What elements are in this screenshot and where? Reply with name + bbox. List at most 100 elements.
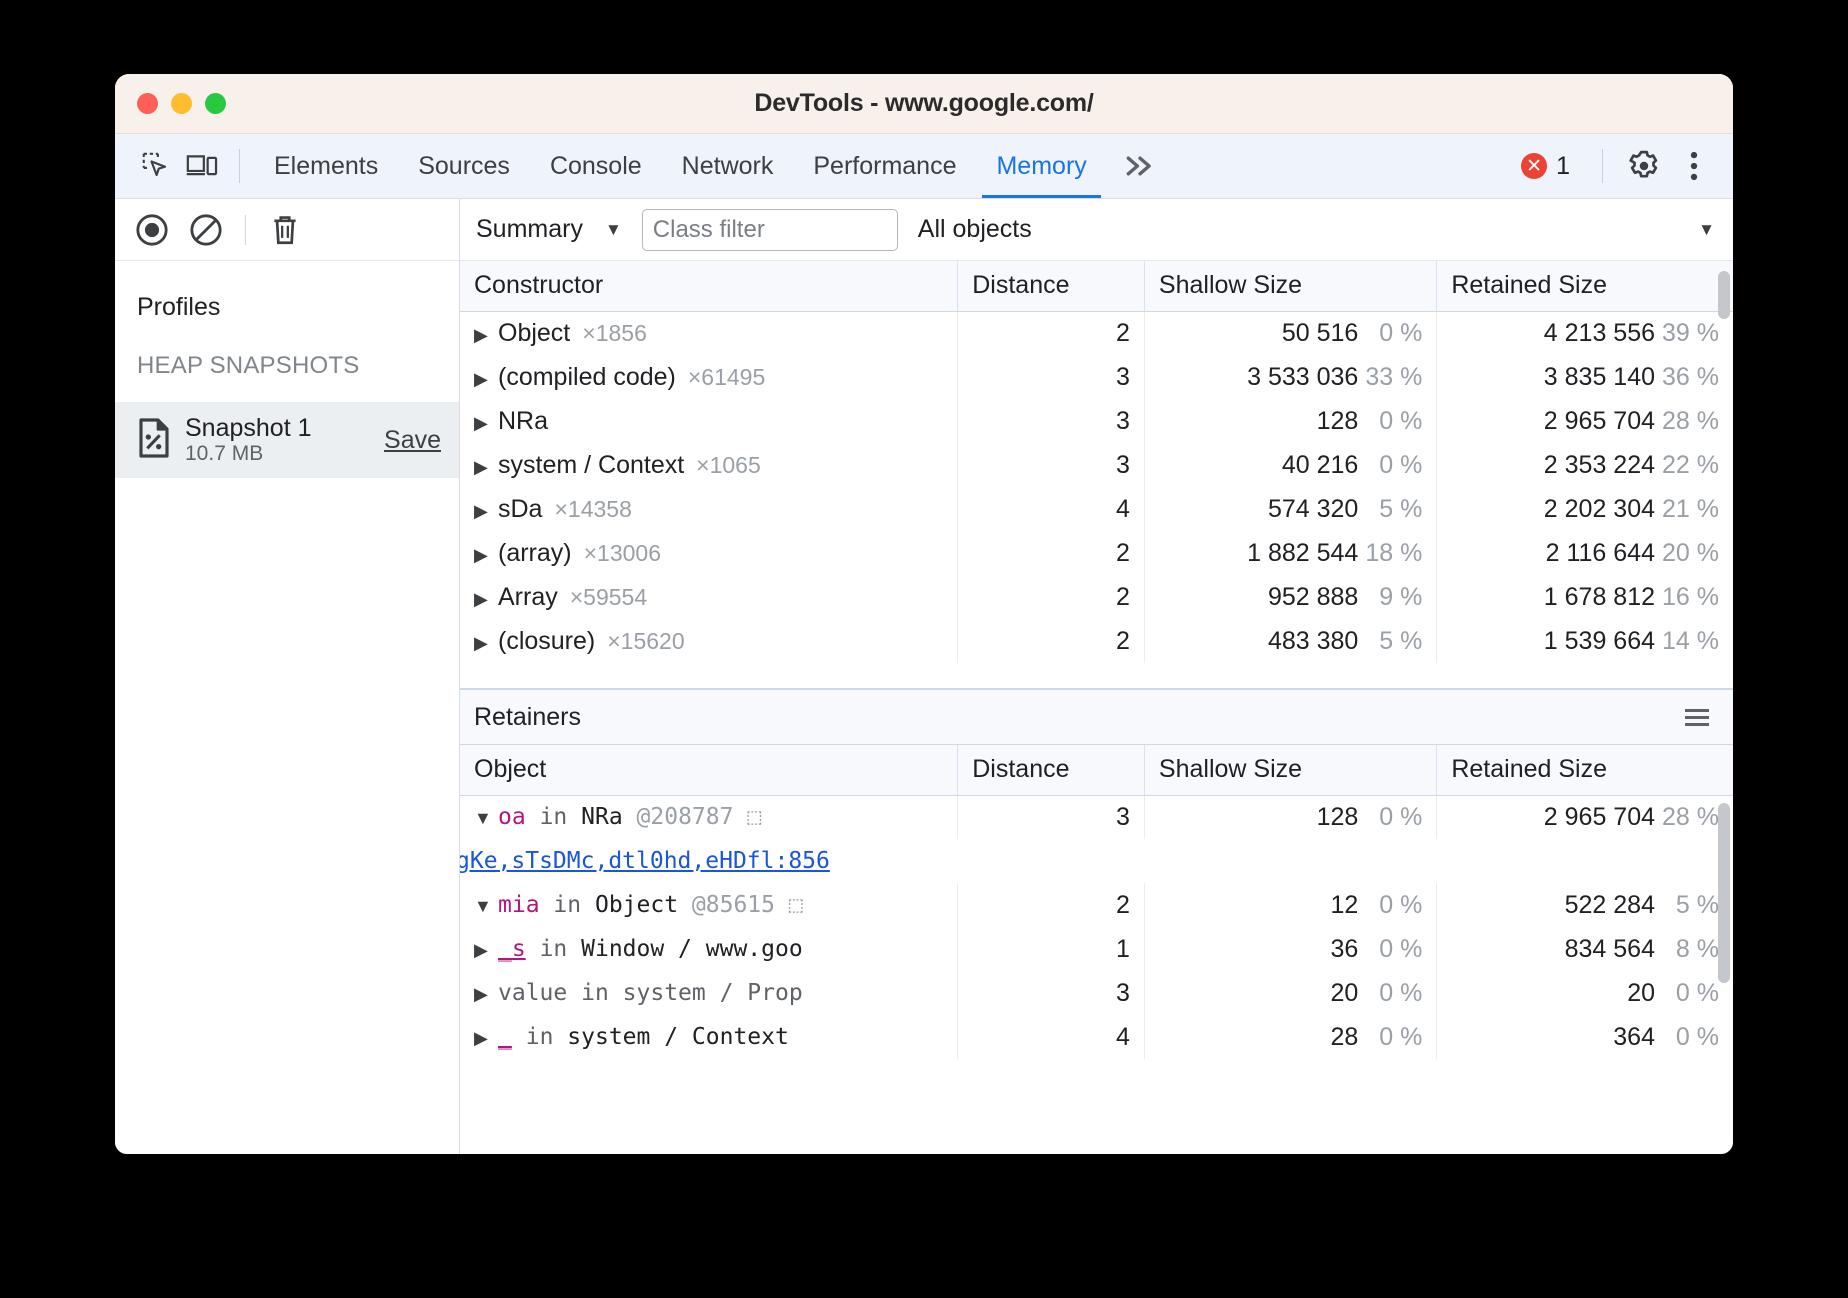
retained-percent: 22 % xyxy=(1655,451,1719,480)
cell-shallow: 280 % xyxy=(1144,1015,1436,1059)
tab-sources[interactable]: Sources xyxy=(398,134,530,198)
more-tabs-icon[interactable] xyxy=(1107,153,1173,179)
objects-filter-label: All objects xyxy=(918,215,1032,244)
record-icon[interactable] xyxy=(129,207,175,253)
column-header-distance[interactable]: Distance xyxy=(958,261,1145,311)
tab-console[interactable]: Console xyxy=(530,134,662,198)
view-mode-select[interactable]: Summary ▼ xyxy=(476,215,632,244)
tab-elements[interactable]: Elements xyxy=(254,134,398,198)
hamburger-icon[interactable] xyxy=(1679,703,1715,732)
expand-twisty-icon[interactable]: ▶ xyxy=(474,633,498,654)
cell-constructor[interactable]: ▶sDa×14358 xyxy=(460,487,958,531)
screenshot-root: DevTools - www.google.com/ xyxy=(0,0,1848,1298)
retainer-url-row[interactable]: gKe,sTsDMc,dtl0hd,eHDfl:856 xyxy=(460,839,1733,883)
devtools-tabbar: Elements Sources Console Network Perform… xyxy=(115,134,1733,199)
column-header-constructor[interactable]: Constructor xyxy=(460,261,958,311)
cell-constructor[interactable]: ▶(closure)×15620 xyxy=(460,619,958,663)
table-row[interactable]: ▶system / Context×1065 3 40 2160 % 2 353… xyxy=(460,443,1733,487)
expand-twisty-icon[interactable]: ▶ xyxy=(474,589,498,610)
cell-constructor[interactable]: ▶Array×59554 xyxy=(460,575,958,619)
expand-twisty-icon[interactable]: ▶ xyxy=(474,501,498,522)
memory-toolbar: Summary ▼ All objects ▼ xyxy=(460,199,1733,261)
table-row[interactable]: ▶Object×1856 2 50 5160 % 4 213 55639 % xyxy=(460,311,1733,355)
table-row[interactable]: ▼mia in Object @85615 ⬚ 2 120 % 522 2845… xyxy=(460,883,1733,927)
column-header-distance[interactable]: Distance xyxy=(958,745,1145,795)
expand-twisty-icon[interactable]: ▶ xyxy=(474,457,498,478)
device-toolbar-icon[interactable] xyxy=(179,143,225,189)
cell-distance: 3 xyxy=(958,399,1145,443)
cell-constructor[interactable]: ▶Object×1856 xyxy=(460,311,958,355)
inspect-element-icon[interactable] xyxy=(133,143,179,189)
expand-twisty-icon[interactable]: ▶ xyxy=(474,1028,498,1049)
gear-icon[interactable] xyxy=(1621,143,1667,189)
tab-network[interactable]: Network xyxy=(662,134,794,198)
scrollbar-thumb[interactable] xyxy=(1718,803,1730,983)
tab-memory[interactable]: Memory xyxy=(976,134,1106,198)
column-header-shallow-size[interactable]: Shallow Size xyxy=(1144,261,1436,311)
retainer-property: _s xyxy=(498,936,526,962)
retained-percent: 20 % xyxy=(1655,539,1719,568)
shallow-value: 3 533 036 xyxy=(1247,363,1358,392)
error-count-badge[interactable]: ✕ 1 xyxy=(1507,152,1584,181)
column-header-retained-size[interactable]: Retained Size xyxy=(1437,261,1733,311)
table-row[interactable]: ▶NRa 3 1280 % 2 965 70428 % xyxy=(460,399,1733,443)
column-header-object[interactable]: Object xyxy=(460,745,958,795)
class-filter-input[interactable] xyxy=(642,209,898,251)
column-header-retained-size[interactable]: Retained Size xyxy=(1437,745,1733,795)
cell-constructor[interactable]: ▶(compiled code)×61495 xyxy=(460,355,958,399)
retainer-source-link[interactable]: gKe,sTsDMc,dtl0hd,eHDfl:856 xyxy=(460,848,1719,874)
cell-object[interactable]: ▼oa in NRa @208787 ⬚ xyxy=(460,795,958,839)
cell-shallow: 483 3805 % xyxy=(1144,619,1436,663)
table-row[interactable]: ▶sDa×14358 4 574 3205 % 2 202 30421 % xyxy=(460,487,1733,531)
table-row[interactable]: ▶(closure)×15620 2 483 3805 % 1 539 6641… xyxy=(460,619,1733,663)
cell-constructor[interactable]: ▶system / Context×1065 xyxy=(460,443,958,487)
cell-object[interactable]: ▼mia in Object @85615 ⬚ xyxy=(460,883,958,927)
placeholder-glyph-icon: ⬚ xyxy=(789,892,803,918)
expand-twisty-icon[interactable]: ▶ xyxy=(474,940,498,961)
column-header-shallow-size[interactable]: Shallow Size xyxy=(1144,745,1436,795)
constructor-count: ×59554 xyxy=(570,584,647,610)
cell-object[interactable]: ▶value in system / Prop xyxy=(460,971,958,1015)
cell-object[interactable]: ▶_ in system / Context xyxy=(460,1015,958,1059)
tab-performance[interactable]: Performance xyxy=(793,134,976,198)
sidebar-item-snapshot-1[interactable]: Snapshot 1 10.7 MB Save xyxy=(115,402,459,478)
trash-icon[interactable] xyxy=(262,207,308,253)
constructors-table: Constructor Distance Shallow Size Retain… xyxy=(460,261,1733,663)
retained-value: 834 564 xyxy=(1565,935,1655,964)
table-row[interactable]: ▶Array×59554 2 952 8889 % 1 678 81216 % xyxy=(460,575,1733,619)
retainers-scrollbar[interactable] xyxy=(1718,803,1730,1053)
objects-filter-select[interactable]: All objects ▼ xyxy=(898,215,1715,244)
table-row[interactable]: ▶(array)×13006 2 1 882 54418 % 2 116 644… xyxy=(460,531,1733,575)
constructors-scrollbar[interactable] xyxy=(1718,271,1730,679)
expand-twisty-icon[interactable]: ▶ xyxy=(474,369,498,390)
cell-constructor[interactable]: ▶NRa xyxy=(460,399,958,443)
cell-url[interactable]: gKe,sTsDMc,dtl0hd,eHDfl:856 xyxy=(460,839,1733,883)
collapse-twisty-icon[interactable]: ▼ xyxy=(474,808,498,829)
retainer-id: @85615 xyxy=(692,892,775,918)
cell-object[interactable]: ▶_s in Window / www.goo xyxy=(460,927,958,971)
cell-retained: 834 5648 % xyxy=(1437,927,1733,971)
collapse-twisty-icon[interactable]: ▼ xyxy=(474,896,498,917)
constructor-name: (closure) xyxy=(498,627,595,655)
expand-twisty-icon[interactable]: ▶ xyxy=(474,325,498,346)
table-row[interactable]: ▶_ in system / Context 4 280 % 3640 % xyxy=(460,1015,1733,1059)
tab-label: Network xyxy=(682,152,774,181)
save-snapshot-link[interactable]: Save xyxy=(384,426,441,455)
cell-constructor[interactable]: ▶(array)×13006 xyxy=(460,531,958,575)
table-row[interactable]: ▶(compiled code)×61495 3 3 533 03633 % 3… xyxy=(460,355,1733,399)
cell-distance: 3 xyxy=(958,971,1145,1015)
clear-icon[interactable] xyxy=(183,207,229,253)
expand-twisty-icon[interactable]: ▶ xyxy=(474,413,498,434)
kebab-menu-icon[interactable] xyxy=(1671,143,1717,189)
scrollbar-thumb[interactable] xyxy=(1718,271,1730,319)
retainer-property: oa xyxy=(498,804,526,830)
shallow-value: 952 888 xyxy=(1268,583,1358,612)
shallow-percent: 5 % xyxy=(1358,627,1422,656)
cell-distance: 4 xyxy=(958,487,1145,531)
expand-twisty-icon[interactable]: ▶ xyxy=(474,984,498,1005)
table-row[interactable]: ▶value in system / Prop 3 200 % 200 % xyxy=(460,971,1733,1015)
retained-percent: 28 % xyxy=(1655,803,1719,832)
expand-twisty-icon[interactable]: ▶ xyxy=(474,545,498,566)
table-row[interactable]: ▶_s in Window / www.goo 1 360 % 834 5648… xyxy=(460,927,1733,971)
table-row[interactable]: ▼oa in NRa @208787 ⬚ 3 1280 % 2 965 7042… xyxy=(460,795,1733,839)
